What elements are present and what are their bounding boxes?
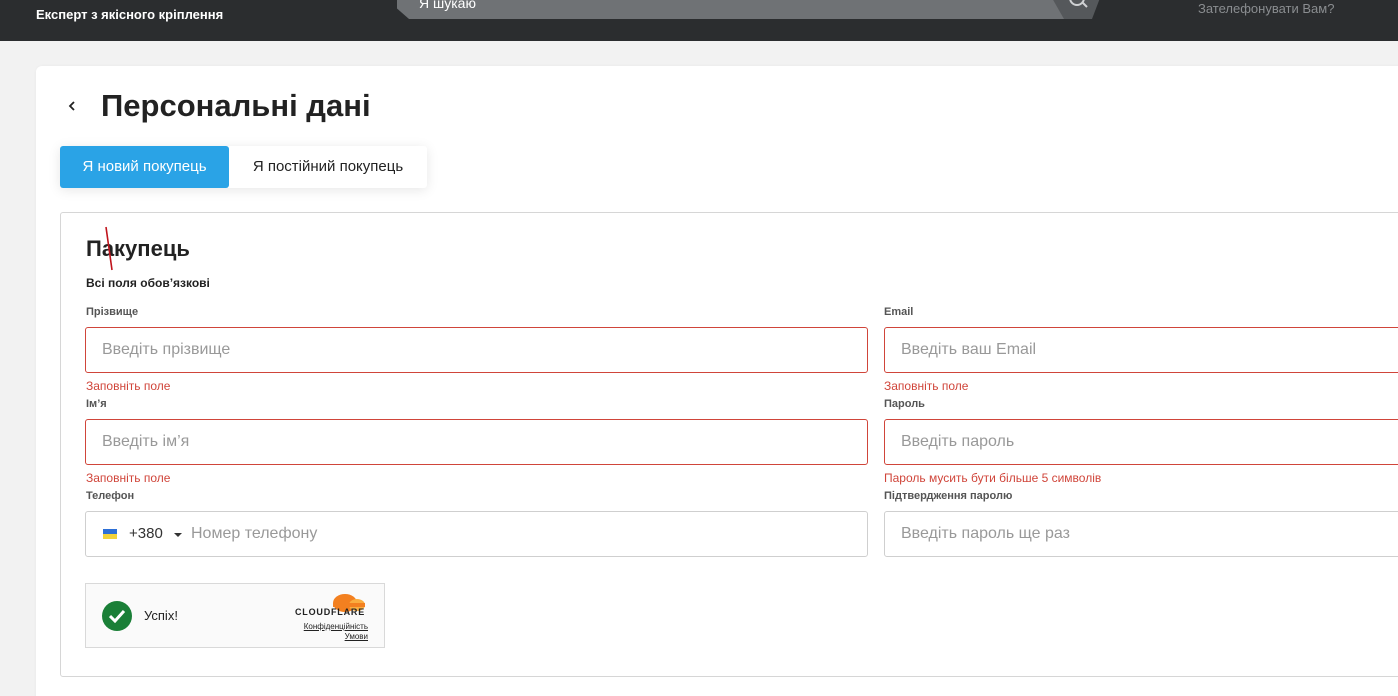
password-placeholder: Введіть пароль <box>901 433 1015 450</box>
captcha-status: Успіх! <box>144 608 178 623</box>
dial-code[interactable]: +380 <box>129 512 163 556</box>
tab-returning-customer[interactable]: Я постійний покупець <box>229 146 427 188</box>
search-bar: Я шукаю <box>397 0 1103 19</box>
top-bar: Експерт з якісного кріплення Я шукаю Зат… <box>0 0 1398 41</box>
required-note: Всі поля обов’язкові <box>86 276 210 290</box>
privacy-link[interactable]: Конфіденційність <box>304 622 368 631</box>
password-confirm-input[interactable]: Введіть пароль ще раз <box>884 511 1398 557</box>
cloudflare-wordmark: CLOUDFLARE <box>295 607 365 617</box>
surname-label: Прізвище <box>86 306 139 318</box>
terms-link[interactable]: Умови <box>345 632 368 641</box>
name-input[interactable]: Введіть ім’я <box>85 419 868 465</box>
password-error: Пароль мусить бути більше 5 символів <box>884 471 1102 485</box>
phone-label: Телефон <box>86 490 135 502</box>
email-input[interactable]: Введіть ваш Email <box>884 327 1398 373</box>
tab-new-customer[interactable]: Я новий покупець <box>60 146 229 188</box>
name-error: Заповніть поле <box>86 471 171 485</box>
chevron-left-icon <box>68 101 75 111</box>
phone-placeholder: Номер телефону <box>191 525 318 542</box>
section-title: Пакупець <box>86 236 190 261</box>
brand-tagline: Експерт з якісного кріплення <box>36 7 224 22</box>
password-input[interactable]: Введіть пароль <box>884 419 1398 465</box>
customer-type-tabs: Я новий покупець Я постійний покупець <box>60 146 427 188</box>
chevron-down-icon[interactable] <box>174 533 182 537</box>
email-placeholder: Введіть ваш Email <box>901 341 1037 358</box>
email-label: Email <box>884 306 914 318</box>
password-label: Пароль <box>884 398 925 410</box>
surname-input[interactable]: Введіть прізвище <box>85 327 868 373</box>
search-icon <box>1068 0 1088 12</box>
callback-link[interactable]: Зателефонувати Вам? <box>1198 1 1334 16</box>
email-error: Заповніть поле <box>884 379 969 393</box>
surname-error: Заповніть поле <box>86 379 171 393</box>
name-placeholder: Введіть ім’я <box>102 433 190 450</box>
cloudflare-captcha: Успіх! CLOUDFLARE Конфіденційність Умови <box>85 583 385 648</box>
annotation-mark-icon <box>105 226 113 271</box>
password-confirm-label: Підтвердження паролю <box>884 490 1013 502</box>
name-label: Ім’я <box>86 398 107 410</box>
password-confirm-placeholder: Введіть пароль ще раз <box>901 525 1070 542</box>
page-title: Персональні дані <box>101 88 371 123</box>
back-button[interactable] <box>64 96 82 116</box>
ukraine-flag-icon[interactable] <box>103 529 117 539</box>
success-check-icon <box>102 601 132 631</box>
phone-input[interactable]: +380 Номер телефону <box>85 511 868 557</box>
surname-placeholder: Введіть прізвище <box>102 341 231 358</box>
search-input[interactable]: Я шукаю <box>397 0 1065 19</box>
search-placeholder: Я шукаю <box>419 0 476 11</box>
